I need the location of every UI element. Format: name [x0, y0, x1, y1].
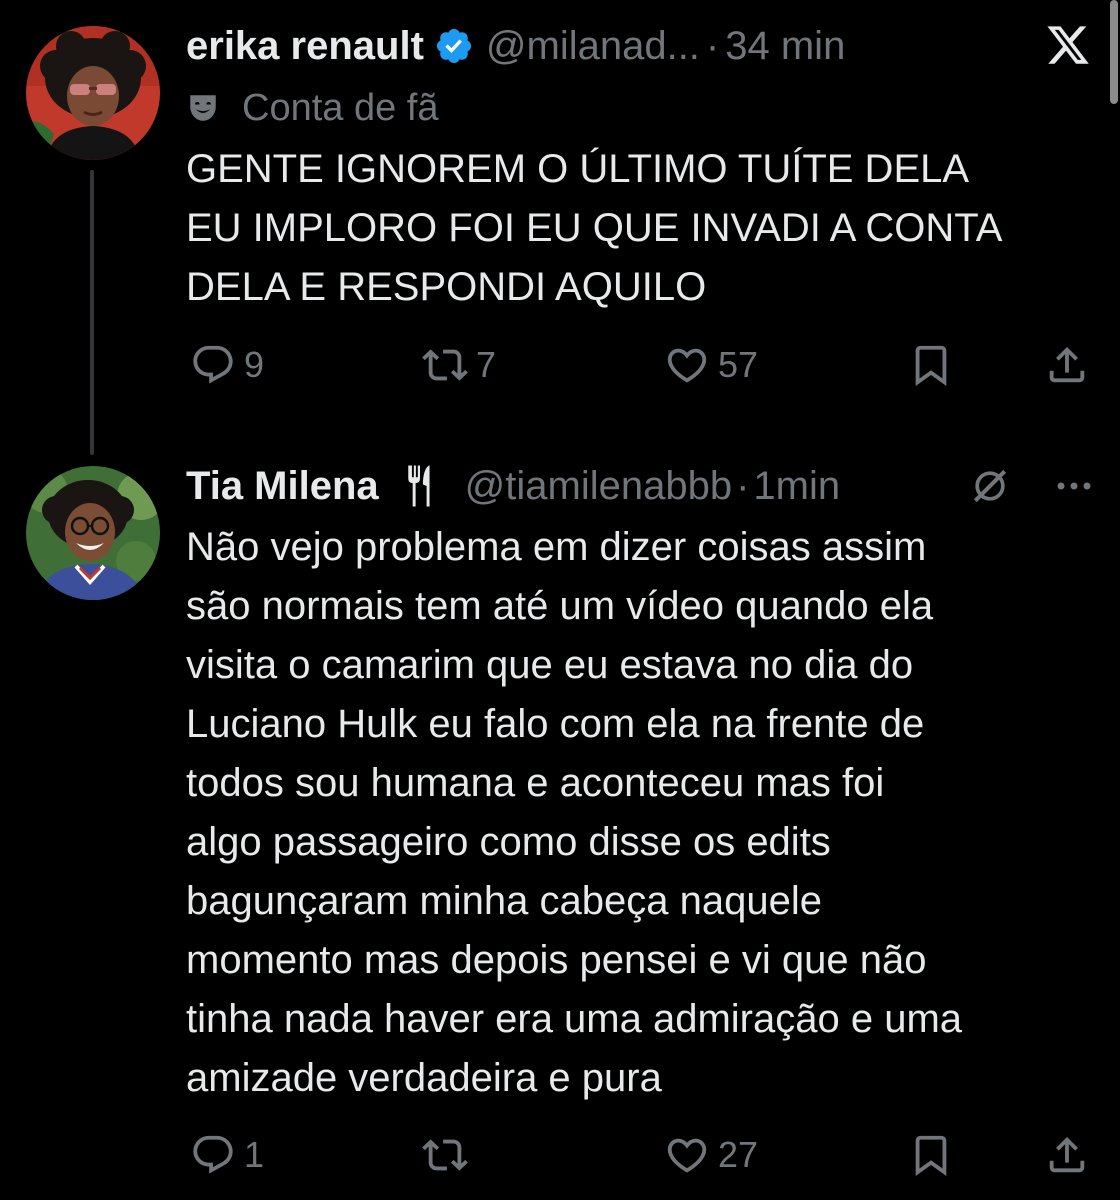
bookmark-icon — [915, 345, 947, 386]
repost-button[interactable] — [422, 1130, 468, 1180]
verified-badge-icon — [436, 28, 471, 64]
reply-icon — [193, 1135, 233, 1174]
repost-button[interactable]: 7 — [422, 340, 496, 390]
repost-count: 7 — [476, 344, 497, 385]
tweet-header: erika renault @milanad... · 34 min — [186, 20, 1100, 72]
like-button[interactable]: 57 — [664, 340, 758, 390]
avatar-tia-milena[interactable] — [26, 466, 160, 600]
tweet-actions: 9 7 57 — [186, 340, 1096, 390]
author-name[interactable]: Tia Milena — [186, 464, 379, 509]
fork-knife-icon — [407, 465, 430, 507]
bookmark-button[interactable] — [908, 1130, 954, 1180]
more-icon[interactable] — [1056, 480, 1092, 492]
tweet-text: GENTE IGNOREM O ÚLTIMO TUÍTE DELA EU IMP… — [186, 147, 1003, 309]
like-count: 27 — [718, 1134, 759, 1175]
bookmark-button[interactable] — [908, 340, 954, 390]
avatar-erika-renault[interactable] — [26, 26, 160, 160]
scrollbar[interactable] — [1110, 0, 1118, 104]
like-icon — [667, 348, 707, 383]
fan-account-label: Conta de fã — [186, 84, 438, 132]
tweet-actions: 1 27 — [186, 1130, 1096, 1180]
repost-icon — [422, 1139, 468, 1171]
tweet-header: Tia Milena @tiamilenabbb · 1min — [186, 460, 1100, 512]
author-handle[interactable]: @milanad... — [486, 24, 700, 69]
share-icon — [1049, 346, 1085, 383]
repost-icon — [422, 349, 468, 381]
bookmark-icon — [915, 1135, 947, 1176]
reply-button[interactable]: 9 — [190, 340, 264, 390]
theater-mask-icon — [190, 95, 216, 121]
share-button[interactable] — [1044, 340, 1090, 390]
reply-icon — [193, 345, 233, 384]
reply-count: 1 — [244, 1134, 265, 1175]
tweet-time[interactable]: 1min — [753, 464, 840, 509]
separator-dot: · — [705, 23, 720, 68]
reply-count: 9 — [244, 344, 265, 385]
tweet-time[interactable]: 34 min — [725, 24, 845, 69]
thread-connector-line — [90, 170, 94, 455]
tweet-header-actions — [968, 464, 1100, 508]
like-button[interactable]: 27 — [664, 1130, 758, 1180]
grok-icon[interactable] — [968, 464, 1012, 508]
like-count: 57 — [718, 344, 759, 385]
reply-button[interactable]: 1 — [190, 1130, 264, 1180]
like-icon — [667, 1138, 707, 1173]
separator-dot: · — [736, 463, 750, 508]
fan-label-text: Conta de fã — [242, 86, 439, 129]
author-name[interactable]: erika renault — [186, 24, 424, 69]
share-button[interactable] — [1044, 1130, 1090, 1180]
author-handle[interactable]: @tiamilenabbb — [465, 464, 732, 509]
share-icon — [1049, 1136, 1085, 1173]
tweet-text: Não vejo problema em dizer coisas assim … — [186, 525, 963, 1100]
